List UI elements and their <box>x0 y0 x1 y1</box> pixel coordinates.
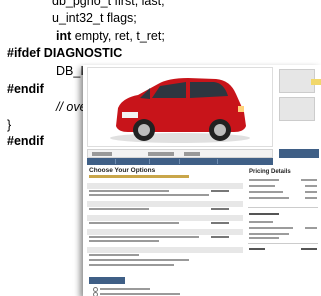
code-line: db_pgno_t first, last; <box>52 0 165 8</box>
list-item <box>89 259 189 261</box>
price-value <box>301 248 317 250</box>
divider <box>248 207 318 208</box>
price-value <box>305 185 317 187</box>
list-item <box>89 264 174 266</box>
options-button[interactable] <box>89 277 125 284</box>
price-line <box>249 191 283 193</box>
price-line <box>249 227 293 229</box>
price-value <box>305 197 317 199</box>
list-price <box>211 222 229 224</box>
list-item <box>89 208 149 210</box>
list-price <box>211 208 229 210</box>
code-line: u_int32_t flags; <box>52 11 137 25</box>
code-keyword: int <box>56 29 72 43</box>
price-line <box>249 197 289 199</box>
list-price <box>211 236 229 238</box>
price-line <box>249 221 273 223</box>
radio-option[interactable] <box>93 292 98 296</box>
list-item <box>89 254 139 256</box>
price-value <box>305 227 317 229</box>
price-value <box>301 179 317 181</box>
price-line <box>249 248 265 250</box>
list-header <box>87 247 243 253</box>
pricing-title: Pricing Details <box>249 169 291 175</box>
list-item <box>89 222 179 224</box>
badge-icon <box>311 79 321 85</box>
list-item <box>89 240 159 242</box>
code-directive: #endif <box>7 82 44 96</box>
car-icon <box>110 78 250 143</box>
code-directive: #endif <box>7 134 44 148</box>
price-value <box>305 191 317 193</box>
radio-label <box>100 288 150 290</box>
screenshot-header <box>83 65 321 149</box>
list-item <box>89 190 169 192</box>
code-line: int empty, ret, t_ret; <box>56 29 165 43</box>
options-bar <box>87 149 273 158</box>
car-photo-icon <box>87 67 273 147</box>
section-subtitle <box>89 175 189 178</box>
code-directive: #ifdef DIAGNOSTIC <box>7 46 123 60</box>
list-item <box>89 236 199 238</box>
divider <box>248 243 318 244</box>
list-header <box>87 183 243 189</box>
code-line: } <box>7 118 12 132</box>
price-line <box>249 179 279 181</box>
code-comment: // ove <box>56 100 87 114</box>
section-title: Choose Your Options <box>89 167 156 174</box>
list-price <box>211 190 229 192</box>
price-line <box>249 233 289 235</box>
price-button[interactable] <box>279 149 319 158</box>
list-header <box>87 215 243 221</box>
code-text: empty, ret, t_ret; <box>71 29 165 43</box>
thumbnail-icon[interactable] <box>279 69 315 93</box>
list-item <box>89 194 209 196</box>
radio-label <box>100 293 180 295</box>
price-line <box>249 237 279 239</box>
tab-bar[interactable] <box>87 158 273 165</box>
code-line: DB_I <box>56 64 84 78</box>
price-line <box>249 185 275 187</box>
list-header <box>87 201 243 207</box>
list-header <box>87 229 243 235</box>
embedded-screenshot: Choose Your Options Pricing Details <box>83 65 321 296</box>
thumbnail-icon[interactable] <box>279 97 315 121</box>
price-line <box>249 213 279 215</box>
